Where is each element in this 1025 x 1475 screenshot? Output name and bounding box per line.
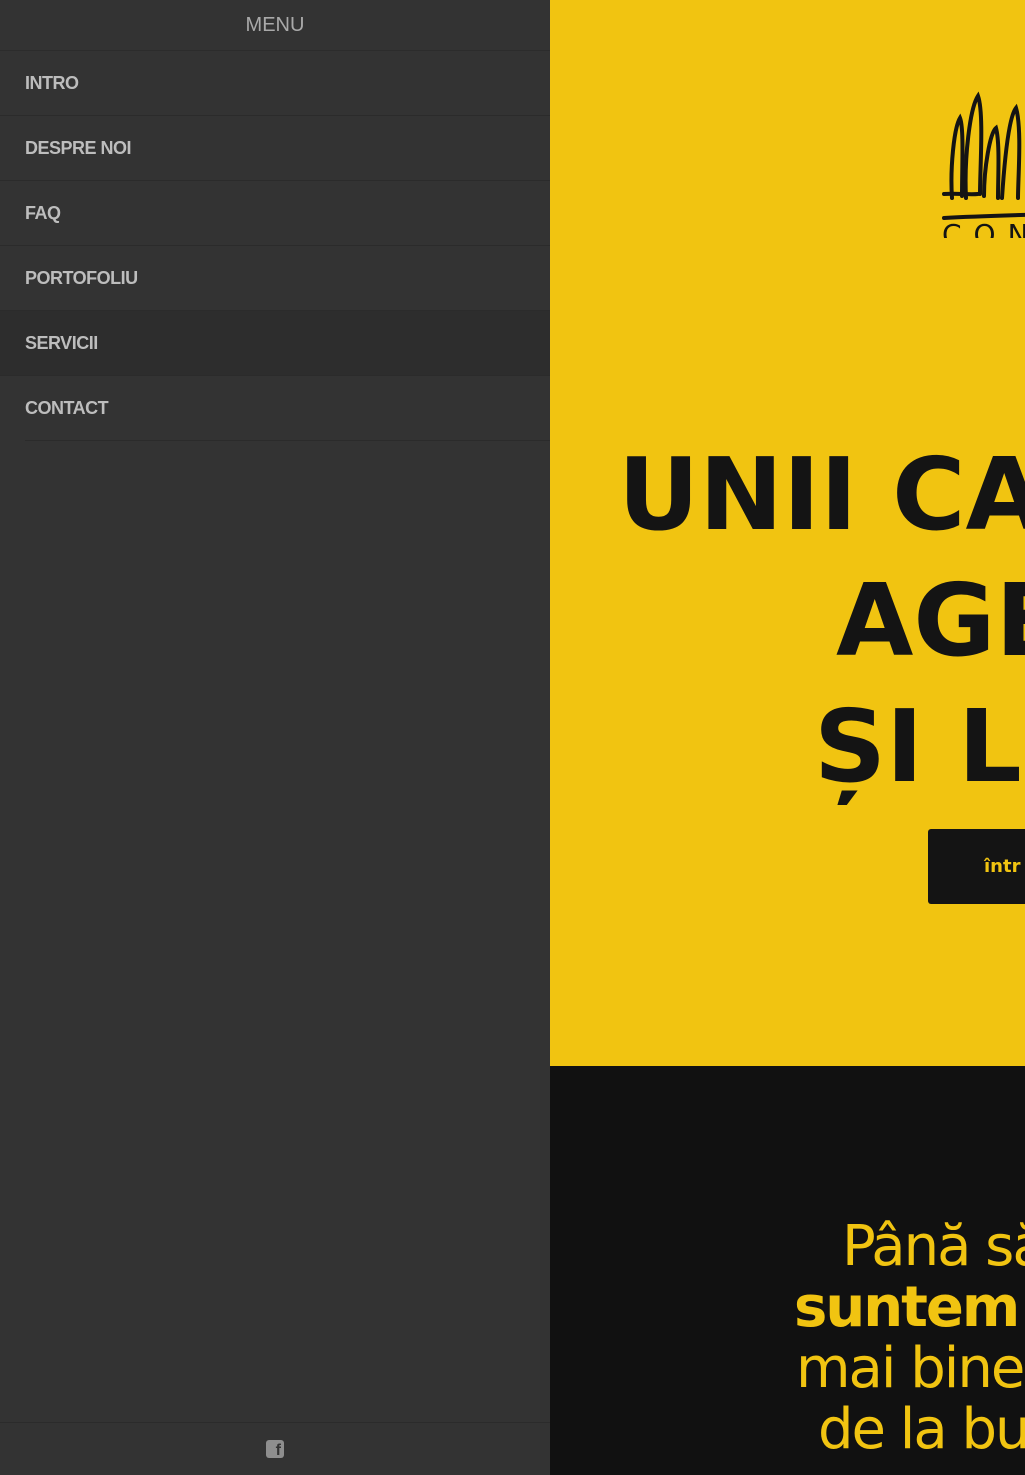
intro-line-2: suntem c	[794, 1275, 1025, 1340]
intro-line-1: Până să	[842, 1214, 1025, 1279]
menu-item-intro[interactable]: INTRO	[0, 51, 550, 116]
menu-item-despre-noi[interactable]: DESPRE NOI	[0, 116, 550, 181]
headline-line-2: AGE	[836, 562, 1025, 679]
svg-text:CON: CON	[942, 218, 1025, 238]
side-menu: MENU INTRO DESPRE NOI FAQ PORTOFOLIU SER…	[0, 0, 550, 1475]
hero-section: CON UNII CA AGE ȘI LE într	[550, 0, 1025, 1066]
cta-button[interactable]: într	[928, 829, 1025, 904]
intro-section: Până să suntem c mai bine s de la bur	[550, 1066, 1025, 1475]
menu-item-faq[interactable]: FAQ	[0, 181, 550, 246]
menu-item-servicii[interactable]: SERVICII	[0, 311, 550, 376]
intro-line-4: de la bur	[818, 1397, 1025, 1462]
menu-title: MENU	[0, 0, 550, 51]
menu-item-portofoliu[interactable]: PORTOFOLIU	[0, 246, 550, 311]
hero-headline: UNII CA AGE ȘI LE	[618, 432, 1025, 810]
headline-line-1: UNII CA	[618, 436, 1025, 553]
intro-line-3: mai bine s	[796, 1336, 1025, 1401]
logo-icon: CON	[942, 91, 1025, 238]
sidebar-footer: f	[0, 1422, 550, 1475]
facebook-icon[interactable]: f	[266, 1440, 284, 1459]
menu-list: INTRO DESPRE NOI FAQ PORTOFOLIU SERVICII…	[0, 51, 550, 441]
menu-item-contact[interactable]: CONTACT	[25, 376, 550, 441]
headline-line-3: ȘI LE	[814, 688, 1025, 805]
intro-text: Până să suntem c mai bine s de la bur	[550, 1216, 1025, 1460]
main-content: CON UNII CA AGE ȘI LE într Până să sunte…	[550, 0, 1025, 1475]
